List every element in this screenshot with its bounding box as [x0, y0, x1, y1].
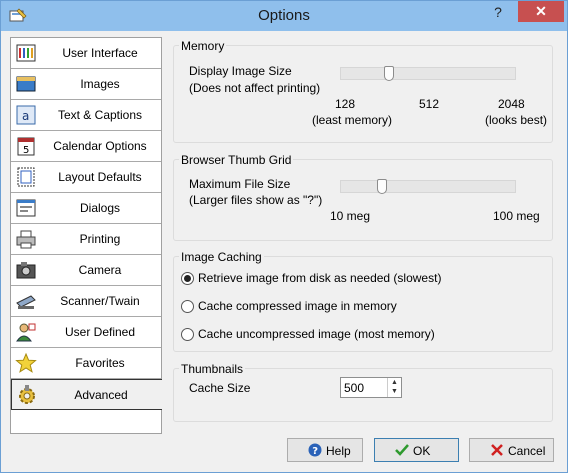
cache-option-uncompressed-radio[interactable]: [181, 328, 194, 341]
printer-icon: [16, 230, 36, 249]
sidebar-item-label: Calendar Options: [53, 139, 147, 153]
sidebar-item-calendar-options[interactable]: 5 Calendar Options: [11, 131, 161, 162]
sidebar-item-label: Camera: [78, 263, 122, 277]
sidebar-item-label: Favorites: [75, 356, 125, 370]
options-window: Options ? ✕ User Interface Images a Text…: [0, 0, 568, 473]
cancel-x-icon: [491, 444, 503, 456]
sidebar-item-camera[interactable]: Camera: [11, 255, 161, 286]
display-image-size-note: (Does not affect printing): [189, 81, 321, 95]
svg-text:?: ?: [312, 446, 318, 457]
sidebar-item-favorites[interactable]: Favorites: [11, 348, 161, 379]
gear-icon: [19, 385, 35, 404]
scanner-icon: [16, 295, 36, 309]
thumb-grid-tick-max: 100 meg: [493, 209, 540, 223]
max-file-size-note: (Larger files show as "?"): [189, 193, 323, 207]
sidebar-item-label: User Interface: [62, 46, 138, 60]
cache-option-compressed-label[interactable]: Cache compressed image in memory: [198, 299, 397, 313]
images-icon: [16, 76, 36, 92]
max-file-size-label: Maximum File Size: [189, 177, 291, 191]
sidebar-item-label: Text & Captions: [57, 108, 143, 122]
sidebar-item-layout-defaults[interactable]: Layout Defaults: [11, 162, 161, 193]
ok-button[interactable]: OK: [374, 438, 459, 462]
sidebar-item-label: Dialogs: [79, 201, 121, 215]
memory-note-min: (least memory): [312, 113, 393, 127]
max-file-size-slider-thumb[interactable]: [377, 179, 387, 194]
thumb-grid-group-title: Browser Thumb Grid: [179, 153, 294, 167]
text-captions-icon: a: [16, 105, 36, 125]
title-bar[interactable]: Options ? ✕: [1, 1, 567, 31]
sidebar-item-label: Images: [80, 77, 120, 91]
cache-option-retrieve-radio[interactable]: [181, 272, 194, 285]
ok-button-label: OK: [413, 444, 431, 458]
cache-option-retrieve-label[interactable]: Retrieve image from disk as needed (slow…: [198, 271, 441, 285]
sidebar-item-label: Printing: [79, 232, 121, 246]
cache-size-spin-buttons: ▲ ▼: [387, 378, 401, 397]
title-help-button[interactable]: ?: [483, 1, 513, 23]
memory-tick-mid: 512: [419, 97, 440, 111]
dialogs-icon: [16, 199, 36, 217]
calendar-icon: 5: [17, 137, 35, 156]
sidebar-item-user-defined[interactable]: User Defined: [11, 317, 161, 348]
cancel-button-label: Cancel: [508, 444, 546, 458]
sidebar-item-label: User Defined: [64, 325, 136, 339]
user-interface-icon: [16, 44, 36, 62]
max-file-size-slider[interactable]: [340, 179, 516, 194]
camera-icon: [16, 262, 36, 279]
sidebar-item-text-captions[interactable]: a Text & Captions: [11, 100, 161, 131]
sidebar-item-scanner-twain[interactable]: Scanner/Twain: [11, 286, 161, 317]
sidebar-item-dialogs[interactable]: Dialogs: [11, 193, 161, 224]
memory-tick-min: 128: [335, 97, 356, 111]
sidebar-item-label: Layout Defaults: [58, 170, 142, 184]
memory-note-max: (looks best): [485, 113, 548, 127]
sidebar-item-advanced[interactable]: Advanced: [11, 379, 162, 410]
svg-text:5: 5: [23, 145, 29, 156]
display-image-size-slider[interactable]: [340, 66, 516, 81]
memory-group-title: Memory: [179, 39, 227, 53]
cache-option-uncompressed-label[interactable]: Cache uncompressed image (most memory): [198, 327, 435, 341]
image-caching-group-title: Image Caching: [179, 250, 264, 264]
spin-up-arrow-icon[interactable]: ▲: [388, 378, 401, 387]
cache-size-label: Cache Size: [189, 381, 251, 395]
thumb-grid-tick-min: 10 meg: [330, 209, 371, 223]
svg-text:a: a: [22, 109, 29, 123]
display-image-size-label: Display Image Size: [189, 64, 292, 78]
cache-size-value[interactable]: 500: [344, 381, 364, 395]
sidebar-item-printing[interactable]: Printing: [11, 224, 161, 255]
user-defined-icon: [16, 323, 36, 342]
display-image-size-slider-thumb[interactable]: [384, 66, 394, 81]
sidebar-item-label: Scanner/Twain: [60, 294, 140, 308]
help-button-label: Help: [326, 444, 351, 458]
help-button[interactable]: ? Help: [287, 438, 363, 462]
category-sidebar: User Interface Images a Text & Captions …: [10, 37, 162, 434]
cache-option-compressed-radio[interactable]: [181, 300, 194, 313]
close-button[interactable]: ✕: [518, 1, 564, 22]
sidebar-item-label: Advanced: [74, 388, 128, 402]
thumbnails-group-title: Thumbnails: [179, 362, 246, 376]
layout-icon: [17, 167, 35, 187]
cache-size-spinner[interactable]: 500 ▲ ▼: [340, 377, 402, 398]
checkmark-icon: [395, 444, 409, 456]
star-icon: [15, 352, 37, 373]
spin-down-arrow-icon[interactable]: ▼: [388, 387, 401, 396]
sidebar-item-user-interface[interactable]: User Interface: [11, 38, 161, 69]
memory-tick-max: 2048: [498, 97, 525, 111]
cancel-button[interactable]: Cancel: [469, 438, 554, 462]
sidebar-item-images[interactable]: Images: [11, 69, 161, 100]
help-icon: ?: [308, 443, 322, 457]
